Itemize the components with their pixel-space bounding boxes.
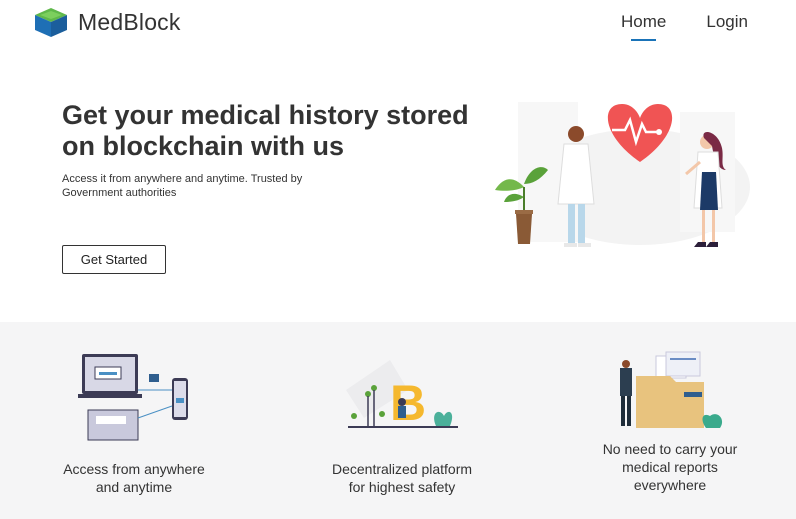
- feature-decentralized-line-1: Decentralized platform: [331, 461, 473, 477]
- brand-logo[interactable]: MedBlock: [33, 6, 181, 38]
- folder-reports-icon: [620, 351, 723, 428]
- hero-title-line-2: on blockchain with us: [62, 131, 345, 161]
- feature-reports-line-3: everywhere: [633, 477, 707, 493]
- feature-access-line-1: Access from anywhere: [63, 461, 205, 477]
- devices-icon: [78, 354, 188, 441]
- hero-title-line-1: Get your medical history stored: [62, 100, 469, 130]
- feature-reports-text: No need to carry your medical reports ev…: [540, 440, 796, 494]
- feature-access-text: Access from anywhere and anytime: [4, 460, 264, 496]
- get-started-button[interactable]: Get Started: [62, 245, 166, 274]
- features-section: Access from anywhere and anytime B Decen…: [0, 322, 796, 519]
- feature-decentralized-line-2: for highest safety: [348, 479, 456, 495]
- feature-access-line-2: and anytime: [95, 479, 173, 495]
- hero-subtitle-line-1: Access it from anywhere and anytime. Tru…: [62, 173, 303, 185]
- feature-reports-line-2: medical reports: [622, 459, 718, 475]
- bitcoin-illustration-icon: B: [346, 360, 458, 431]
- nav-login-link[interactable]: Login: [706, 12, 748, 32]
- hero-subtitle-line-2: Government authorities: [62, 187, 177, 199]
- hero-subtitle: Access it from anywhere and anytime. Tru…: [62, 172, 352, 200]
- hero-title: Get your medical history stored on block…: [62, 100, 492, 162]
- feature-access: Access from anywhere and anytime: [4, 322, 264, 519]
- feature-reports-line-1: No need to carry your: [602, 441, 738, 457]
- header: MedBlock Home Login: [0, 0, 796, 48]
- brand-name: MedBlock: [78, 8, 181, 35]
- main-nav: Home Login: [581, 12, 748, 41]
- feature-reports: No need to carry your medical reports ev…: [540, 322, 796, 519]
- nav-home-link[interactable]: Home: [621, 12, 666, 41]
- bitcoin-symbol-icon: B: [390, 375, 426, 431]
- feature-decentralized-text: Decentralized platform for highest safet…: [272, 460, 532, 496]
- feature-decentralized: B Decentralized platform for highest saf…: [272, 322, 532, 519]
- cube-logo-icon: [35, 8, 67, 37]
- doctors-illustration: [495, 102, 750, 247]
